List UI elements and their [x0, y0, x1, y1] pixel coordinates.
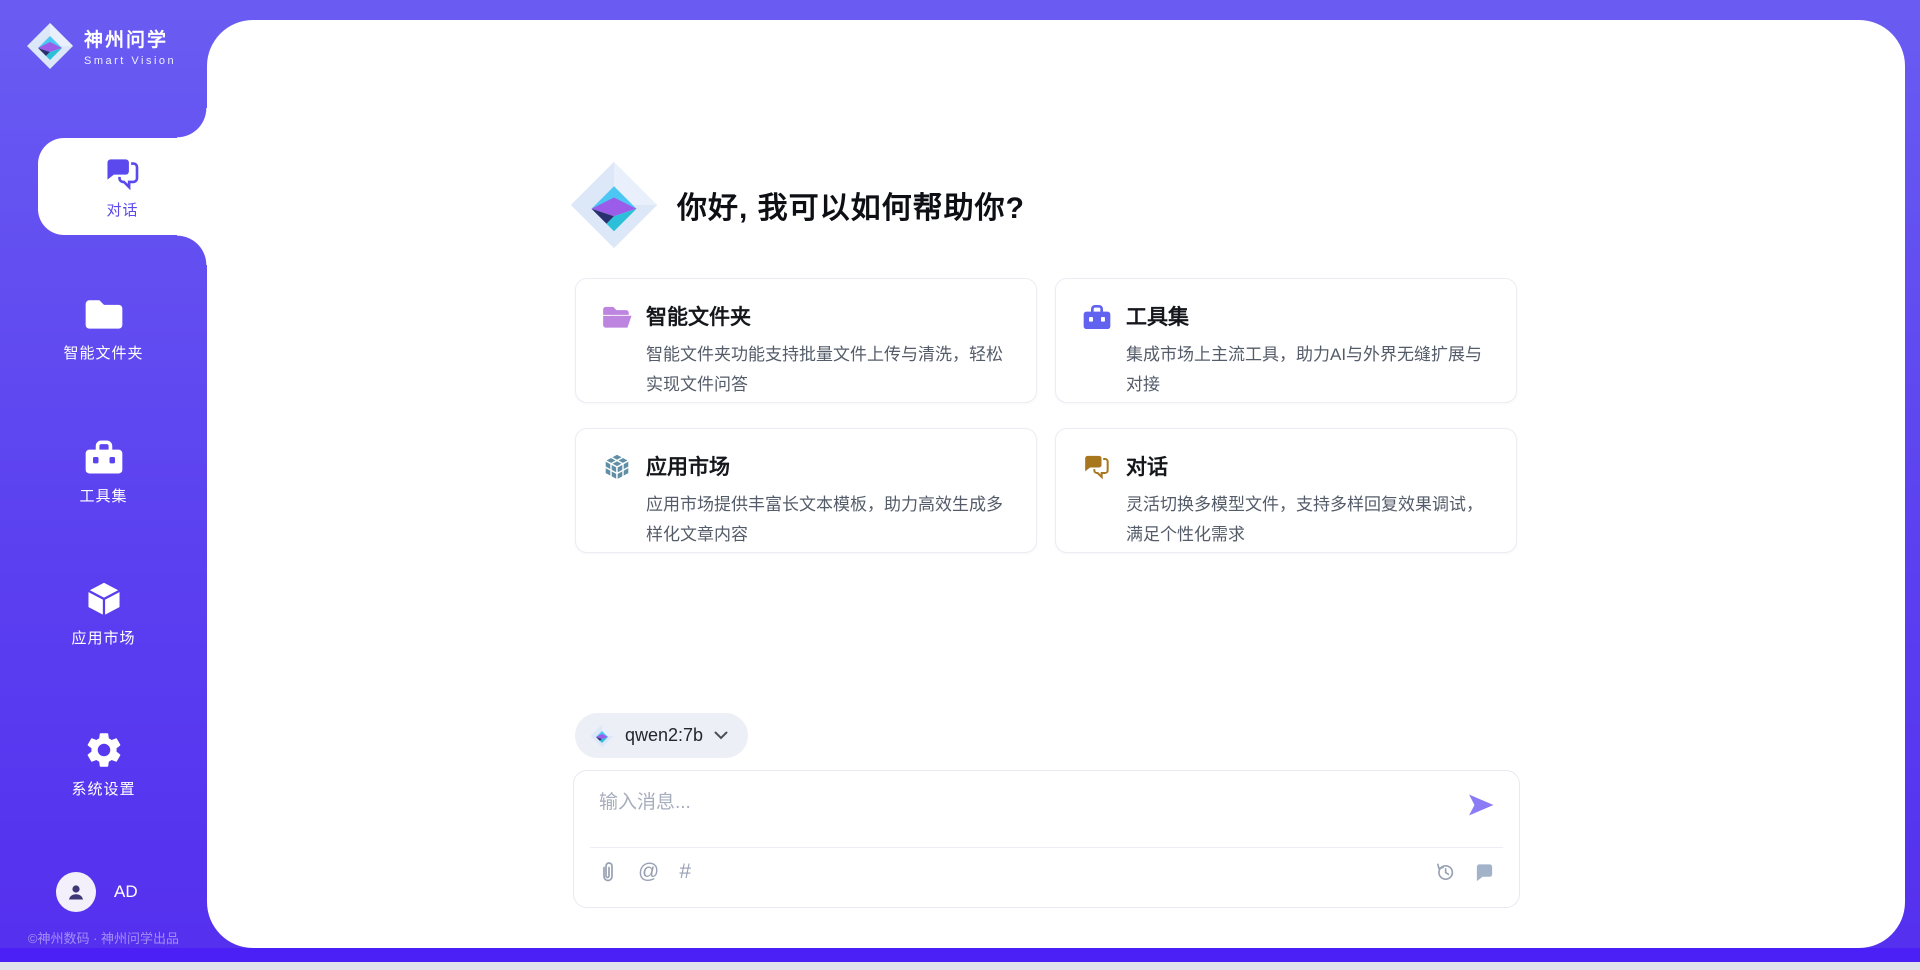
card-title: 智能文件夹 — [646, 301, 1012, 331]
sidebar-item-label: 系统设置 — [71, 778, 135, 799]
bottom-band — [0, 948, 1920, 962]
attachment-icon[interactable] — [598, 861, 618, 883]
card-description: 集成市场上主流工具，助力AI与外界无缝扩展与对接 — [1126, 340, 1492, 400]
chat-bubbles-icon — [1081, 452, 1113, 482]
brand-subtitle: Smart Vision — [84, 55, 176, 67]
active-tab-curve-top — [177, 108, 207, 138]
card-description: 应用市场提供丰富长文本模板，助力高效生成多样化文章内容 — [646, 490, 1012, 550]
card-title: 工具集 — [1126, 301, 1492, 331]
send-icon[interactable] — [1466, 791, 1496, 819]
active-tab-curve-bottom — [177, 235, 207, 265]
composer-divider — [590, 847, 1503, 848]
brand-logo-icon — [26, 22, 74, 70]
chat-bubbles-icon — [102, 154, 144, 194]
hashtag-icon[interactable]: # — [679, 861, 691, 883]
card-app-market[interactable]: 应用市场 应用市场提供丰富长文本模板，助力高效生成多样化文章内容 — [575, 428, 1037, 553]
card-title: 对话 — [1126, 451, 1492, 481]
mention-icon[interactable]: @ — [638, 861, 659, 883]
sidebar-item-app-market[interactable]: 应用市场 — [0, 578, 207, 648]
cube-icon — [82, 578, 126, 620]
card-toolset[interactable]: 工具集 集成市场上主流工具，助力AI与外界无缝扩展与对接 — [1055, 278, 1517, 403]
brand: 神州问学 Smart Vision — [26, 22, 176, 70]
history-icon[interactable] — [1434, 861, 1456, 883]
toolbox-icon — [82, 436, 126, 478]
brand-name: 神州问学 — [84, 25, 176, 52]
sidebar-item-smart-folder[interactable]: 智能文件夹 — [0, 293, 207, 363]
message-composer: @ # — [573, 770, 1520, 908]
sidebar-item-chat[interactable]: 对话 — [38, 138, 207, 235]
feature-cards: 智能文件夹 智能文件夹功能支持批量文件上传与清洗，轻松实现文件问答 工具集 集成… — [575, 278, 1517, 553]
card-smart-folder[interactable]: 智能文件夹 智能文件夹功能支持批量文件上传与清洗，轻松实现文件问答 — [575, 278, 1037, 403]
person-icon — [64, 880, 88, 904]
feedback-chat-icon[interactable] — [1474, 862, 1495, 883]
user-account[interactable]: AD — [56, 872, 138, 912]
card-chat[interactable]: 对话 灵活切换多模型文件，支持多样回复效果调试，满足个性化需求 — [1055, 428, 1517, 553]
greeting-title: 你好, 我可以如何帮助你? — [677, 183, 1025, 227]
main-panel: 你好, 我可以如何帮助你? 智能文件夹 智能文件夹功能支持批量文件上传与清洗，轻… — [207, 20, 1905, 948]
sidebar-item-label: 智能文件夹 — [63, 342, 143, 363]
card-title: 应用市场 — [646, 451, 1012, 481]
folder-open-icon — [601, 302, 633, 332]
chevron-down-icon — [714, 731, 728, 740]
greeting: 你好, 我可以如何帮助你? — [569, 160, 1025, 250]
sidebar-item-toolset[interactable]: 工具集 — [0, 436, 207, 506]
assistant-logo-icon — [569, 160, 659, 250]
cube-tiles-icon — [601, 452, 633, 482]
bottom-edge — [0, 962, 1920, 970]
composer-tools-right — [1434, 861, 1495, 883]
folder-icon — [82, 293, 126, 335]
model-logo-icon — [590, 724, 614, 748]
card-description: 灵活切换多模型文件，支持多样回复效果调试，满足个性化需求 — [1126, 490, 1492, 550]
message-input[interactable] — [599, 785, 1419, 821]
toolbox-icon — [1081, 302, 1113, 332]
sidebar-item-settings[interactable]: 系统设置 — [0, 729, 207, 799]
sidebar-item-label: 应用市场 — [71, 627, 135, 648]
sidebar-item-label: 工具集 — [79, 485, 127, 506]
sidebar: 神州问学 Smart Vision 对话 智能文件夹 工具集 — [0, 0, 207, 970]
avatar — [56, 872, 96, 912]
model-selector[interactable]: qwen2:7b — [575, 713, 748, 758]
model-name: qwen2:7b — [625, 725, 703, 746]
user-name: AD — [114, 882, 138, 902]
copyright-text: ©神州数码 · 神州问学出品 — [0, 928, 207, 947]
gear-icon — [82, 729, 126, 771]
sidebar-item-label: 对话 — [106, 199, 138, 220]
composer-tools-left: @ # — [598, 861, 691, 883]
card-description: 智能文件夹功能支持批量文件上传与清洗，轻松实现文件问答 — [646, 340, 1012, 400]
